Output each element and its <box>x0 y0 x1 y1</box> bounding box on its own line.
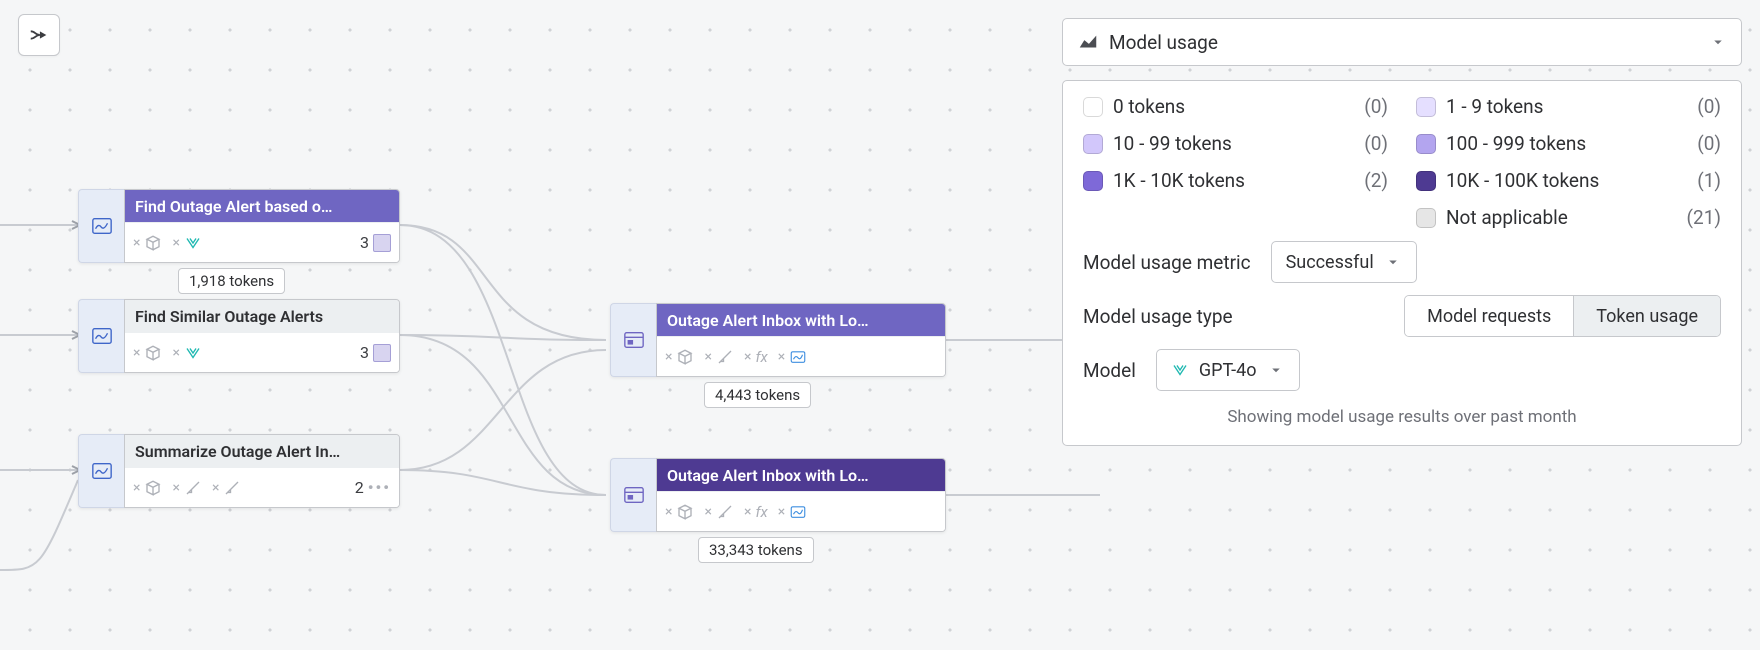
model-icon <box>184 344 202 362</box>
node-outage-inbox-1[interactable]: Outage Alert Inbox with Lo… × × × fx × <box>610 303 946 377</box>
metric-dropdown[interactable]: Model usage <box>1062 18 1742 66</box>
legend-item: 10 - 99 tokens (0) <box>1083 132 1388 155</box>
node-type-icon <box>78 299 124 373</box>
type-label: Model usage type <box>1083 305 1233 328</box>
legend-item: 1K - 10K tokens (2) <box>1083 169 1388 192</box>
node-type-icon <box>610 458 656 532</box>
node-type-icon <box>610 303 656 377</box>
legend-swatch <box>1083 134 1103 154</box>
dependency-pill[interactable]: × <box>133 344 162 362</box>
pencil-slash-icon <box>716 348 734 366</box>
legend-swatch <box>1083 171 1103 191</box>
model-pill[interactable]: × <box>172 344 201 362</box>
function-pill[interactable]: × fx <box>744 348 768 366</box>
model-pill[interactable]: × <box>172 234 201 252</box>
cube-icon <box>676 503 694 521</box>
pencil-slash-icon <box>716 503 734 521</box>
transform-pill-2[interactable]: × <box>212 479 241 497</box>
cube-icon <box>676 348 694 366</box>
cube-icon <box>144 344 162 362</box>
app-window-icon <box>623 329 645 351</box>
token-legend: 0 tokens (0) 1 - 9 tokens (0) 10 - 99 to… <box>1083 95 1721 229</box>
token-count-label: 33,343 tokens <box>698 537 814 563</box>
metric-label: Model usage metric <box>1083 251 1251 274</box>
toggle-token-usage[interactable]: Token usage <box>1573 296 1720 336</box>
node-find-similar-outage-alerts[interactable]: Find Similar Outage Alerts × × 3 <box>78 299 400 373</box>
legend-item: Not applicable (21) <box>1416 206 1721 229</box>
legend-item: 100 - 999 tokens (0) <box>1416 132 1721 155</box>
function-pill[interactable]: × fx <box>744 503 768 521</box>
pencil-slash-icon <box>184 479 202 497</box>
model-usage-panel: Model usage 0 tokens (0) 1 - 9 tokens (0… <box>1062 18 1742 446</box>
node-title: Outage Alert Inbox with Lo… <box>657 459 945 491</box>
output-count[interactable]: 3 <box>360 233 391 252</box>
chart-icon <box>789 503 807 521</box>
fx-icon: fx <box>755 503 767 521</box>
caret-down-icon <box>1267 361 1285 379</box>
node-type-icon <box>78 434 124 508</box>
caret-down-icon <box>1384 253 1402 271</box>
node-title: Find Similar Outage Alerts <box>125 300 399 332</box>
transform-pill[interactable]: × <box>172 479 201 497</box>
app-window-icon <box>623 484 645 506</box>
node-title: Outage Alert Inbox with Lo… <box>657 304 945 336</box>
legend-item: 0 tokens (0) <box>1083 95 1388 118</box>
pan-to-start-button[interactable] <box>18 14 60 56</box>
legend-swatch <box>1083 97 1103 117</box>
transform-pill[interactable]: × <box>704 503 733 521</box>
legend-swatch <box>1416 171 1436 191</box>
legend-item: 1 - 9 tokens (0) <box>1416 95 1721 118</box>
node-outage-inbox-2[interactable]: Outage Alert Inbox with Lo… × × × fx × <box>610 458 946 532</box>
node-type-icon <box>78 189 124 263</box>
output-count[interactable]: 2 ••• <box>355 478 391 497</box>
query-icon <box>91 215 113 237</box>
metric-select[interactable]: Successful <box>1271 241 1417 283</box>
pencil-slash-icon <box>223 479 241 497</box>
view-pill[interactable]: × <box>778 503 807 521</box>
merge-arrow-icon <box>28 24 50 46</box>
query-icon <box>91 460 113 482</box>
dropdown-label: Model usage <box>1109 31 1218 54</box>
panel-footer-note: Showing model usage results over past mo… <box>1083 403 1721 431</box>
node-summarize-outage-alert[interactable]: Summarize Outage Alert In… × × × 2 ••• <box>78 434 400 508</box>
node-find-outage-alert[interactable]: Find Outage Alert based o… × × 3 <box>78 189 400 263</box>
model-label: Model <box>1083 359 1136 382</box>
dependency-pill[interactable]: × <box>665 348 694 366</box>
dependency-pill[interactable]: × <box>133 234 162 252</box>
toggle-model-requests[interactable]: Model requests <box>1405 296 1573 336</box>
chart-icon <box>789 348 807 366</box>
output-count[interactable]: 3 <box>360 343 391 362</box>
view-pill[interactable]: × <box>778 348 807 366</box>
dependency-pill[interactable]: × <box>133 479 162 497</box>
cube-icon <box>144 479 162 497</box>
cube-icon <box>144 234 162 252</box>
query-icon <box>91 325 113 347</box>
output-icon <box>373 234 391 252</box>
dependency-pill[interactable]: × <box>665 503 694 521</box>
caret-down-icon <box>1709 33 1727 51</box>
token-count-label: 4,443 tokens <box>704 382 811 408</box>
transform-pill[interactable]: × <box>704 348 733 366</box>
area-chart-icon <box>1077 31 1099 53</box>
legend-swatch <box>1416 208 1436 228</box>
token-count-label: 1,918 tokens <box>178 268 285 294</box>
legend-swatch <box>1416 97 1436 117</box>
model-icon <box>1171 361 1189 379</box>
model-icon <box>184 234 202 252</box>
fx-icon: fx <box>755 348 767 366</box>
node-title: Summarize Outage Alert In… <box>125 435 399 467</box>
legend-item: 10K - 100K tokens (1) <box>1416 169 1721 192</box>
legend-swatch <box>1416 134 1436 154</box>
usage-type-toggle: Model requests Token usage <box>1404 295 1721 337</box>
more-icon: ••• <box>368 478 391 497</box>
node-details-row: × × 3 <box>125 222 399 262</box>
output-icon <box>373 344 391 362</box>
model-select[interactable]: GPT-4o <box>1156 349 1300 391</box>
node-title: Find Outage Alert based o… <box>125 190 399 222</box>
